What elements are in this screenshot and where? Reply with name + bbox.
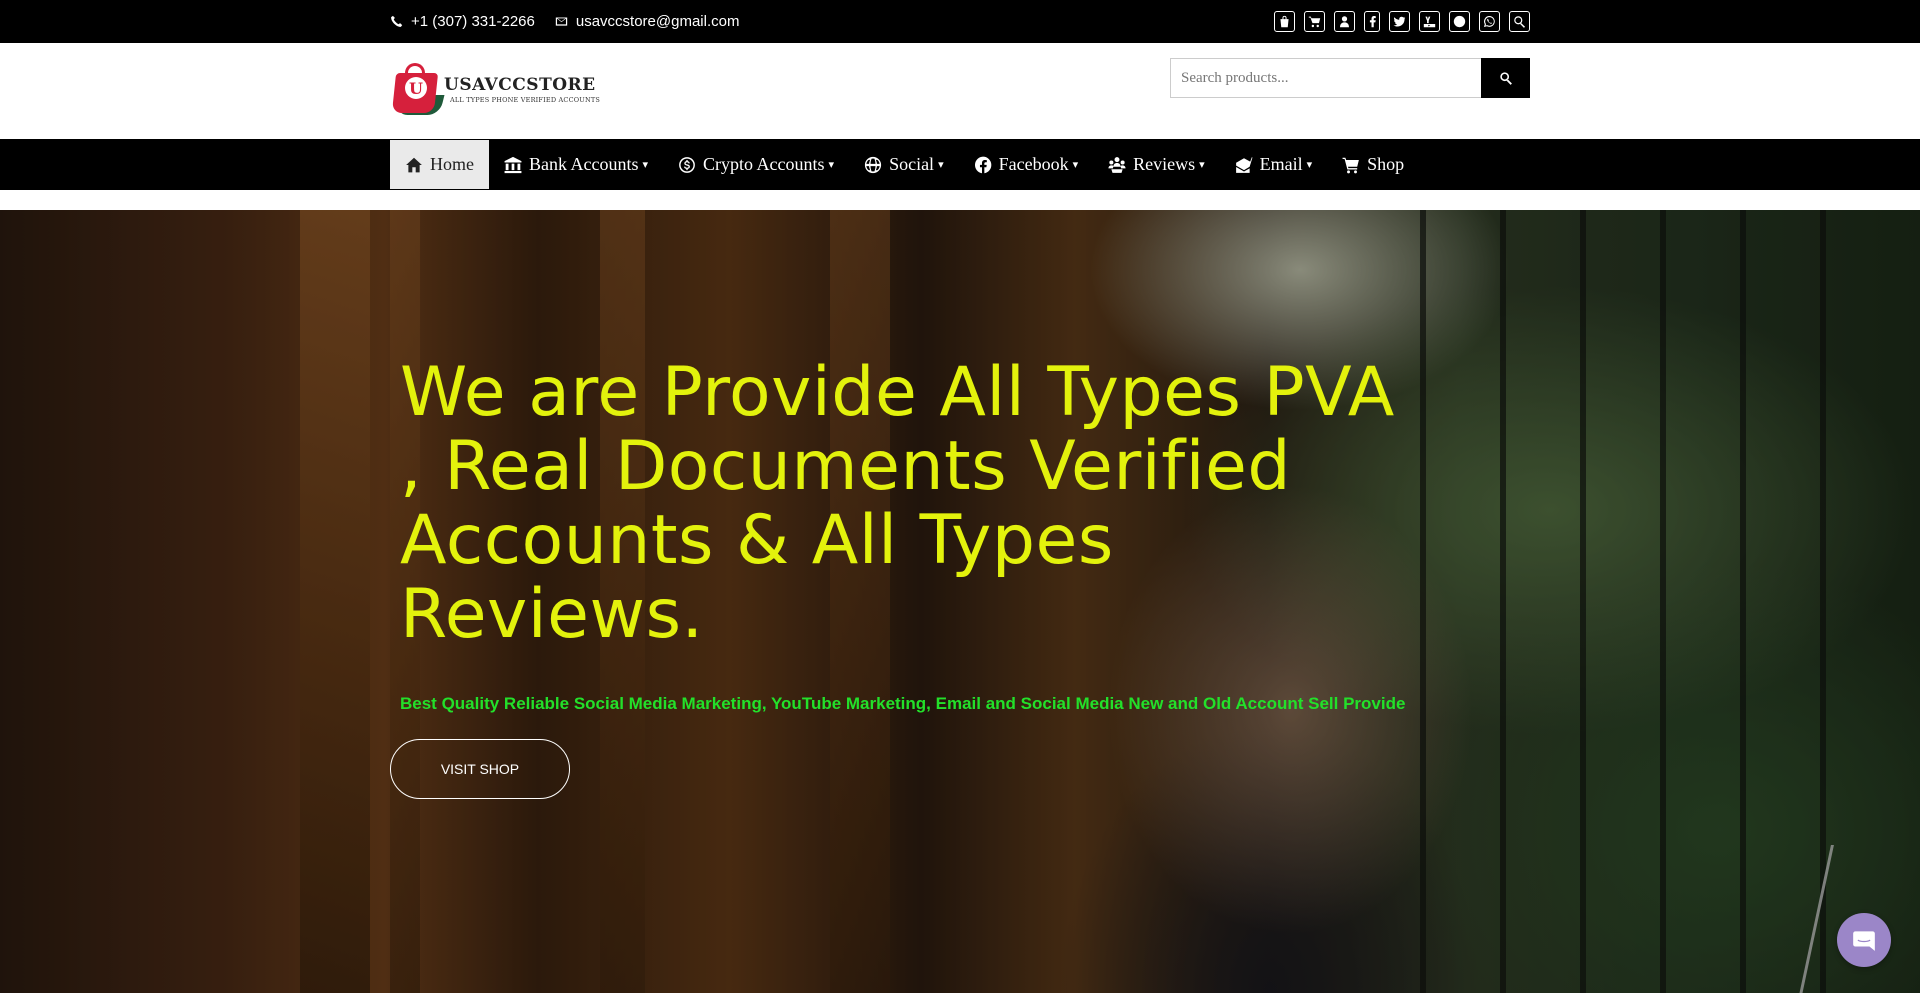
chevron-down-icon: ▾	[1306, 159, 1313, 171]
bank-icon	[504, 156, 522, 173]
facebook-icon[interactable]	[1364, 11, 1380, 32]
nav-label-home: Home	[430, 154, 474, 174]
contact-info: +1 (307) 331-2266 usavccstore@gmail.com	[390, 0, 739, 43]
site-logo[interactable]: U USAVCCSTORE ALL TYPES PHONE VERIFIED A…	[391, 58, 612, 120]
cart-icon	[1342, 157, 1360, 173]
hero-headline: We are Provide All Types PVA , Real Docu…	[400, 353, 1395, 654]
nav-label-reviews: Reviews	[1133, 154, 1196, 174]
nav-label-bank-accounts: Bank Accounts	[529, 154, 639, 174]
dollar-coin-icon	[679, 156, 695, 173]
search-input[interactable]	[1170, 58, 1481, 98]
hero-banner: We are Provide All Types PVA , Real Docu…	[0, 210, 1920, 993]
search-button[interactable]	[1481, 58, 1530, 98]
chevron-down-icon: ▾	[1072, 159, 1079, 171]
email-address: usavccstore@gmail.com	[575, 13, 740, 30]
search-icon	[1499, 72, 1512, 85]
twitter-icon[interactable]	[1389, 11, 1410, 32]
chat-widget-button[interactable]	[1837, 913, 1891, 967]
chevron-down-icon: ▾	[642, 159, 649, 171]
shop-bag-icon[interactable]	[1274, 11, 1295, 32]
facebook-icon	[974, 156, 991, 173]
envelope-icon	[555, 17, 568, 26]
phone-number: +1 (307) 331-2266	[411, 13, 535, 30]
visit-shop-button[interactable]: VISIT SHOP	[390, 739, 570, 799]
home-icon	[406, 157, 422, 172]
nav-label-facebook: Facebook	[998, 154, 1069, 174]
nav-label-shop: Shop	[1367, 154, 1405, 174]
nav-item-shop[interactable]: Shop	[1327, 140, 1419, 189]
user-icon[interactable]	[1334, 11, 1355, 32]
chat-icon	[1853, 931, 1875, 951]
social-icons	[1274, 0, 1530, 43]
logo-name: USAVCCSTORE	[444, 74, 596, 95]
chevron-down-icon: ▾	[828, 159, 835, 171]
nav-label-email: Email	[1259, 154, 1303, 174]
nav-item-email[interactable]: Email ▾	[1220, 140, 1328, 189]
globe-icon	[864, 156, 882, 173]
nav-label-crypto-accounts: Crypto Accounts	[703, 154, 825, 174]
logo-tagline: ALL TYPES PHONE VERIFIED ACCOUNTS	[450, 95, 601, 104]
nav-item-social[interactable]: Social ▾	[849, 140, 959, 189]
nav-label-social: Social	[889, 154, 935, 174]
hero-subheadline: Best Quality Reliable Social Media Marke…	[400, 694, 1406, 713]
main-nav: Home Bank Accounts ▾ Crypto Accounts ▾ S…	[0, 139, 1920, 190]
telegram-icon[interactable]	[1449, 11, 1470, 32]
logo-letter: U	[405, 77, 427, 99]
nav-item-facebook[interactable]: Facebook ▾	[959, 140, 1094, 189]
product-search	[1170, 58, 1530, 98]
top-bar: +1 (307) 331-2266 usavccstore@gmail.com	[0, 0, 1920, 43]
search-icon[interactable]	[1509, 11, 1530, 32]
youtube-icon[interactable]	[1419, 11, 1440, 32]
nav-item-bank-accounts[interactable]: Bank Accounts ▾	[489, 140, 663, 189]
nav-item-reviews[interactable]: Reviews ▾	[1093, 140, 1220, 189]
chevron-down-icon: ▾	[1199, 159, 1205, 171]
nav-item-crypto-accounts[interactable]: Crypto Accounts ▾	[663, 140, 849, 189]
whatsapp-icon[interactable]	[1479, 11, 1500, 32]
phone-link[interactable]: +1 (307) 331-2266	[390, 13, 535, 30]
nav-item-home[interactable]: Home	[390, 140, 489, 189]
email-link[interactable]: usavccstore@gmail.com	[555, 13, 740, 30]
email-icon	[1235, 156, 1253, 173]
reviews-icon	[1108, 156, 1126, 173]
chevron-down-icon: ▾	[938, 159, 944, 171]
phone-icon	[391, 15, 403, 27]
logo-bag-icon: U	[391, 61, 445, 117]
cart-icon[interactable]	[1304, 11, 1325, 32]
site-header: U USAVCCSTORE ALL TYPES PHONE VERIFIED A…	[0, 43, 1920, 139]
